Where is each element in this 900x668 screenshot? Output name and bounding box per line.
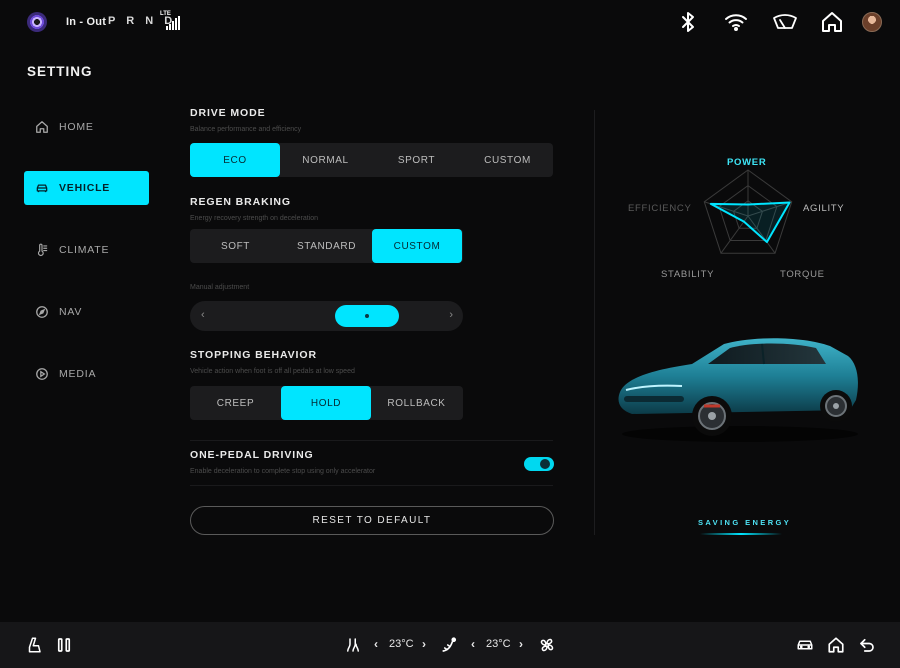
radar-label-agility: AGILITY (803, 203, 845, 214)
stopping-creep[interactable]: CREEP (190, 386, 281, 420)
one-pedal-title: ONE-PEDAL DRIVING (190, 449, 314, 461)
sidebar-item-label: HOME (59, 121, 94, 133)
sidebar-item-label: MEDIA (59, 368, 97, 380)
slider-right-chevron-icon[interactable]: › (449, 309, 453, 321)
toggle-knob (540, 459, 550, 469)
car-icon (35, 181, 49, 195)
regen-braking-subtitle: Energy recovery strength on deceleration (190, 215, 319, 222)
left-temp-up-icon[interactable]: › (422, 637, 426, 651)
sidebar-item-nav[interactable]: NAV (24, 295, 149, 329)
sidebar-item-label: CLIMATE (59, 244, 110, 256)
avatar[interactable] (862, 12, 882, 32)
radar-value-shape (709, 201, 791, 244)
right-temp-down-icon[interactable]: ‹ (471, 637, 475, 651)
reset-to-default-button[interactable]: RESET TO DEFAULT (190, 506, 554, 535)
drive-mode-eco[interactable]: ECO (190, 143, 280, 177)
drive-mode-normal[interactable]: NORMAL (280, 143, 371, 177)
compass-icon (35, 305, 49, 319)
performance-radar-chart (703, 169, 793, 254)
regen-braking-selector: SOFT STANDARD CUSTOM (190, 229, 463, 263)
stopping-rollback[interactable]: ROLLBACK (371, 386, 462, 420)
home-icon[interactable] (826, 635, 846, 655)
regen-braking-title: REGEN BRAKING (190, 196, 291, 208)
regen-custom[interactable]: CUSTOM (372, 229, 462, 263)
manual-adjustment-label: Manual adjustment (190, 284, 250, 291)
page-title: SETTING (27, 64, 93, 79)
status-bar: In - Out P R N D LTE (0, 0, 900, 44)
saving-energy-label: SAVING ENERGY (698, 518, 792, 527)
sidebar-item-vehicle[interactable]: VEHICLE (24, 171, 149, 205)
stopping-behavior-selector: CREEP HOLD ROLLBACK (190, 386, 463, 420)
drive-mode-sport[interactable]: SPORT (371, 143, 462, 177)
sidebar-item-home[interactable]: HOME (24, 110, 149, 144)
radar-label-torque: TORQUE (780, 269, 825, 280)
drive-mode-subtitle: Balance performance and efficiency (190, 126, 302, 133)
wiper-icon[interactable] (772, 10, 797, 34)
left-temp-down-icon[interactable]: ‹ (374, 637, 378, 651)
pause-icon[interactable] (54, 635, 74, 655)
stopping-behavior-subtitle: Vehicle action when foot is off all peda… (190, 368, 355, 375)
regen-soft[interactable]: SOFT (190, 229, 281, 263)
play-icon (35, 367, 49, 381)
regen-standard[interactable]: STANDARD (281, 229, 372, 263)
left-temperature: 23°C (389, 638, 414, 650)
gear-label: In - Out (66, 16, 107, 28)
home-icon (35, 120, 49, 134)
saving-energy-indicator (700, 533, 782, 535)
bluetooth-icon[interactable] (676, 10, 700, 34)
panel-separator (594, 110, 595, 535)
right-temp-up-icon[interactable]: › (519, 637, 523, 651)
seat-icon[interactable] (24, 635, 44, 655)
airflow-icon[interactable] (440, 635, 460, 655)
heated-seat-icon[interactable] (343, 635, 363, 655)
drive-mode-selector: ECO NORMAL SPORT CUSTOM (190, 143, 553, 177)
one-pedal-subtitle: Enable deceleration to complete stop usi… (190, 468, 376, 475)
radar-label-efficiency: EFFICIENCY (628, 203, 692, 214)
wifi-icon[interactable] (724, 10, 748, 34)
sidebar-item-media[interactable]: MEDIA (24, 357, 149, 391)
fan-icon[interactable] (537, 635, 557, 655)
stopping-behavior-title: STOPPING BEHAVIOR (190, 349, 317, 361)
home-icon[interactable] (820, 10, 844, 34)
divider (190, 485, 553, 486)
signal-icon: LTE (160, 11, 184, 31)
drive-mode-custom[interactable]: CUSTOM (462, 143, 553, 177)
right-temperature: 23°C (486, 638, 511, 650)
sidebar-item-label: VEHICLE (59, 182, 111, 194)
stopping-hold[interactable]: HOLD (281, 386, 371, 420)
radar-label-power: POWER (727, 157, 767, 168)
thermometer-icon (35, 243, 49, 257)
drive-mode-title: DRIVE MODE (190, 107, 266, 119)
radar-label-stability: STABILITY (661, 269, 715, 280)
sidebar-item-climate[interactable]: CLIMATE (24, 233, 149, 267)
one-pedal-toggle[interactable] (524, 457, 554, 471)
slider-thumb[interactable] (334, 305, 399, 327)
back-icon[interactable] (857, 635, 877, 655)
car-icon[interactable] (795, 635, 815, 655)
car-image (618, 338, 858, 442)
sidebar-item-label: NAV (59, 306, 83, 318)
divider (190, 440, 553, 441)
slider-left-chevron-icon[interactable]: ‹ (201, 309, 205, 321)
regen-slider[interactable]: ‹ › (190, 301, 463, 331)
app-logo-icon (27, 12, 47, 32)
